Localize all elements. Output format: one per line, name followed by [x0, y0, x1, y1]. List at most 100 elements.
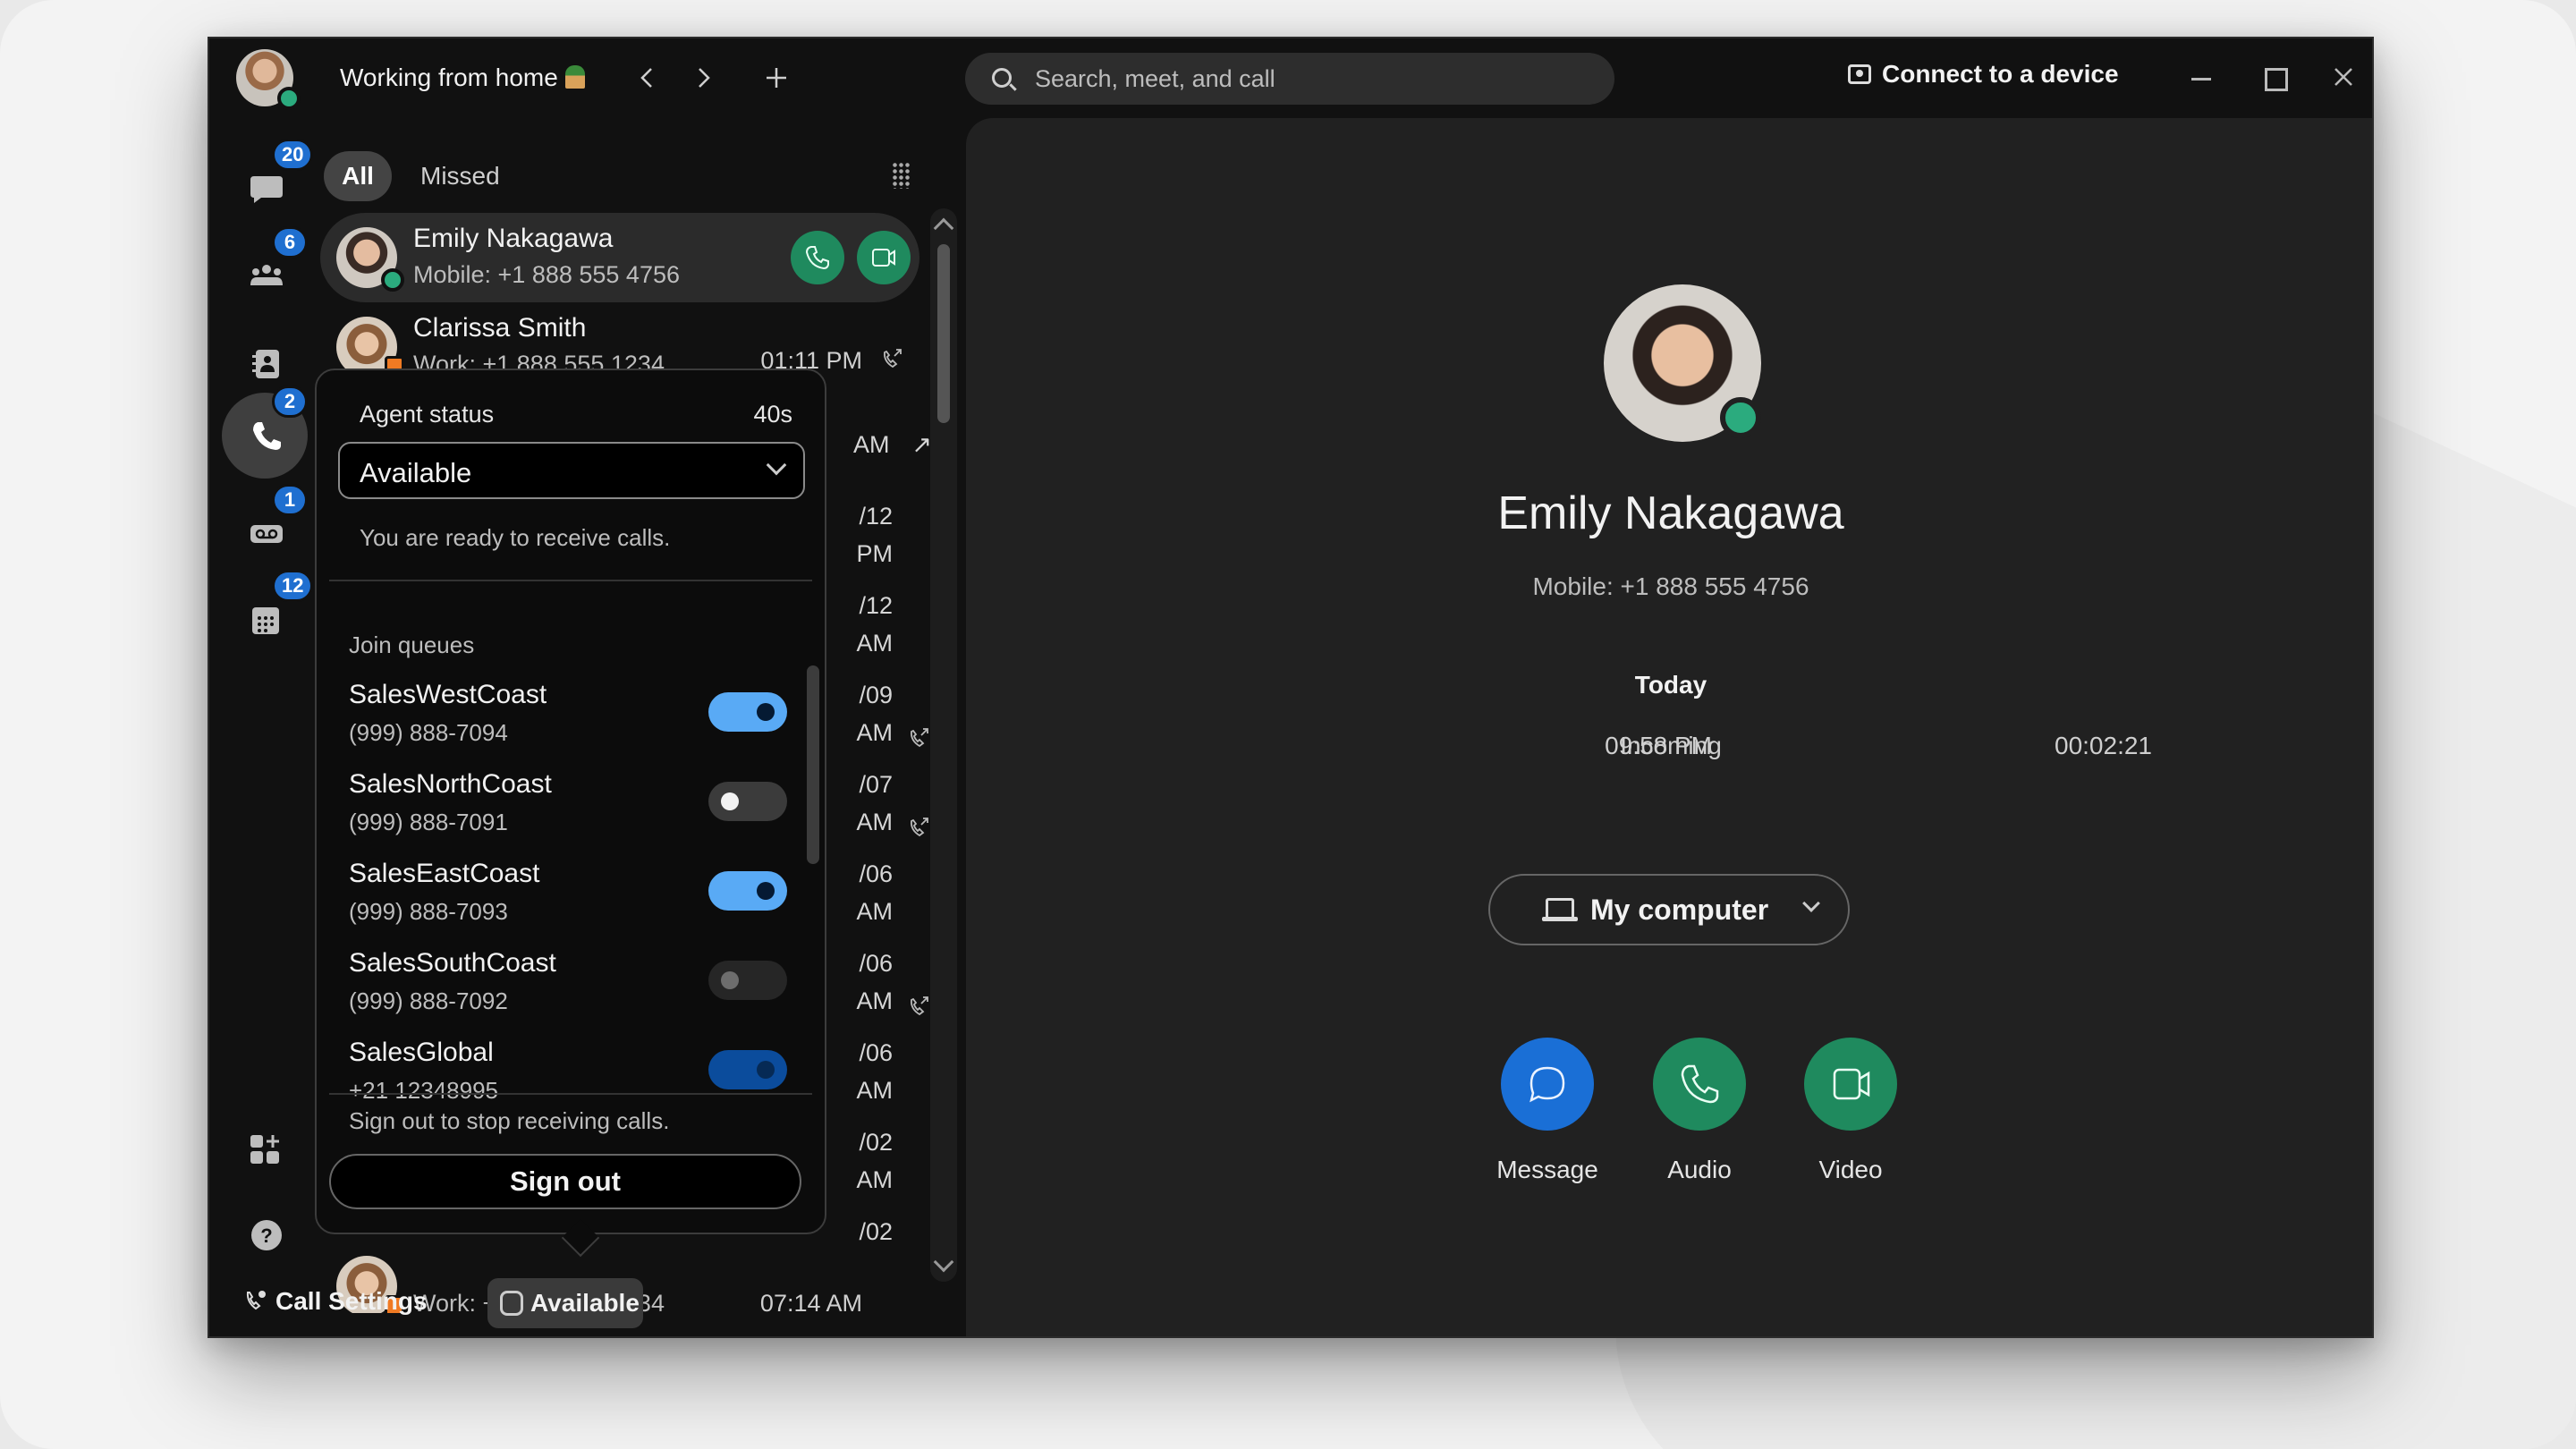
queue-toggle-disabled[interactable] — [708, 961, 787, 1000]
contact-name: Emily Nakagawa — [1497, 487, 1844, 539]
agent-status-heading: Agent status — [360, 401, 495, 428]
audio-call-button[interactable] — [791, 231, 844, 284]
new-button[interactable] — [757, 58, 796, 97]
rail-item-meetings[interactable]: 12 — [222, 570, 314, 663]
rail-item-calling[interactable]: 2 — [222, 386, 308, 479]
outgoing-call-icon: ↗ — [911, 431, 932, 458]
video-camera-icon — [872, 249, 895, 267]
video-call-button[interactable] — [857, 231, 911, 284]
agent-status-button[interactable]: Available — [487, 1278, 643, 1328]
maximize-button[interactable] — [2245, 56, 2299, 99]
history-direction: Incoming — [1620, 732, 1722, 759]
forward-button[interactable] — [683, 58, 723, 97]
presence-available-icon — [277, 87, 301, 110]
call-date: /12 — [859, 503, 893, 530]
toggle-knob — [757, 882, 775, 900]
phone-icon — [253, 422, 281, 450]
calendar-icon — [252, 607, 279, 634]
scroll-up-icon[interactable] — [933, 217, 954, 239]
call-date: /09 — [859, 682, 893, 708]
toggle-knob — [757, 1061, 775, 1079]
queue-name: SalesEastCoast — [349, 859, 540, 888]
divider — [329, 580, 812, 581]
queue-toggle[interactable] — [708, 871, 787, 911]
call-date: /02 — [859, 1129, 893, 1156]
chevron-left-icon — [640, 68, 652, 88]
queue-name: SalesNorthCoast — [349, 769, 552, 799]
queue-toggle-locked[interactable] — [708, 1050, 787, 1089]
contact-detail-panel: Emily Nakagawa Mobile: +1 888 555 4756 T… — [966, 118, 2372, 1336]
outgoing-call-icon — [884, 349, 902, 369]
agent-icon — [500, 1291, 523, 1316]
audio-device-selector[interactable]: My computer — [1488, 874, 1850, 945]
call-list-item[interactable]: /06 AM — [857, 855, 894, 930]
call-time: AM — [856, 809, 894, 835]
unread-badge: 6 — [272, 226, 308, 258]
call-date: /06 — [859, 1039, 893, 1066]
message-button[interactable] — [1501, 1038, 1594, 1131]
my-avatar[interactable] — [236, 49, 301, 110]
history-duration: 00:02:21 — [2055, 732, 2152, 759]
queue-number: (999) 888-7092 — [349, 987, 508, 1014]
call-list-item[interactable]: /02 AM — [857, 1123, 894, 1199]
dialpad-icon[interactable] — [892, 162, 910, 189]
close-button[interactable] — [2317, 56, 2370, 99]
scroll-down-icon[interactable] — [933, 1251, 954, 1273]
queue-toggle[interactable] — [708, 782, 787, 821]
scrollbar-thumb[interactable] — [937, 244, 950, 423]
sign-out-button[interactable]: Sign out — [329, 1154, 801, 1209]
search-input[interactable] — [1035, 53, 1589, 105]
queue-toggle[interactable] — [708, 692, 787, 732]
queue-number: (999) 888-7091 — [349, 809, 508, 835]
audio-call-button[interactable] — [1653, 1038, 1746, 1131]
help-button[interactable]: ? — [222, 1192, 308, 1278]
join-queues-heading: Join queues — [349, 631, 475, 658]
call-list-scrollbar[interactable] — [930, 208, 957, 1282]
search-bar[interactable] — [965, 53, 1614, 105]
video-call-button[interactable] — [1804, 1038, 1897, 1131]
house-emoji-icon — [564, 65, 585, 89]
call-list-item[interactable]: /07 AM — [857, 766, 894, 841]
minimize-button[interactable] — [2174, 56, 2227, 99]
call-time: AM — [852, 431, 890, 458]
back-button[interactable] — [628, 58, 667, 97]
title-bar: Working from home Connect to a device — [209, 38, 2372, 117]
rail-item-teams[interactable]: 6 — [222, 226, 308, 319]
plus-icon — [767, 68, 786, 88]
presence-available-icon — [1720, 397, 1761, 438]
filter-all-tab[interactable]: All — [324, 151, 392, 201]
status-message[interactable]: Working from home — [340, 64, 585, 92]
queue-number: (999) 888-7094 — [349, 719, 508, 746]
rail-item-voicemail[interactable]: 1 — [222, 484, 308, 577]
chat-bubble-icon — [250, 176, 283, 203]
call-time: AM — [856, 1077, 894, 1104]
call-time: 07:14 AM — [759, 1290, 862, 1313]
agent-status-popover: Agent status 40s Available You are ready… — [315, 369, 826, 1234]
call-time: PM — [856, 540, 894, 567]
call-list-item[interactable]: /06 AM — [857, 945, 894, 1020]
queue-item: SalesNorthCoast (999) 888-7091 — [349, 769, 796, 859]
agent-status-dropdown[interactable]: Available — [338, 442, 805, 499]
chevron-down-icon — [1802, 894, 1820, 912]
call-list-item[interactable]: /12 PM — [857, 497, 894, 572]
call-date: /12 — [859, 592, 893, 619]
unread-badge: 2 — [272, 386, 308, 418]
call-settings-button[interactable]: Call Settings — [243, 1287, 428, 1316]
call-list-item[interactable]: /12 AM — [857, 587, 894, 662]
outgoing-call-icon — [911, 996, 928, 1016]
popover-scrollbar[interactable] — [807, 665, 819, 864]
call-list-item[interactable]: /06 AM — [857, 1034, 894, 1109]
add-apps-button[interactable] — [222, 1106, 308, 1192]
connect-to-device-button[interactable]: Connect to a device — [1848, 60, 2119, 89]
video-label: Video — [1818, 1156, 1883, 1183]
call-date: /07 — [859, 771, 893, 798]
help-icon: ? — [251, 1220, 282, 1250]
contact-name: Emily Nakagawa — [413, 224, 614, 253]
rail-item-messaging[interactable]: 20 — [222, 139, 314, 232]
call-list-item[interactable]: AM ↗ — [853, 426, 932, 463]
contact-avatar — [1604, 284, 1761, 442]
call-list-item[interactable]: /09 AM — [857, 676, 894, 751]
device-icon — [1848, 64, 1871, 84]
call-list-item-emily[interactable]: Emily Nakagawa Mobile: +1 888 555 4756 — [320, 213, 919, 302]
filter-missed-tab[interactable]: Missed — [420, 151, 500, 201]
